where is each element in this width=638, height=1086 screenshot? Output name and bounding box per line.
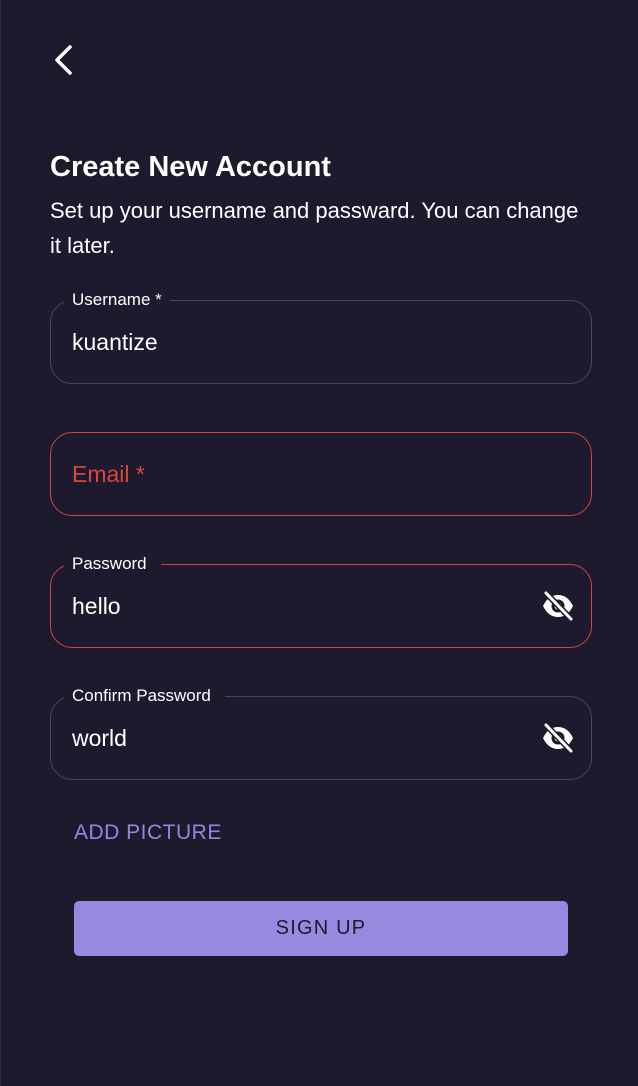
confirm-password-input[interactable]: world bbox=[72, 697, 127, 779]
chevron-left-icon bbox=[55, 45, 72, 75]
password-field[interactable]: Password hello bbox=[50, 553, 592, 648]
eye-off-icon bbox=[543, 591, 574, 621]
eye-off-icon bbox=[543, 723, 574, 753]
back-button[interactable] bbox=[43, 38, 83, 82]
toggle-password-visibility-button[interactable] bbox=[539, 587, 577, 625]
username-field[interactable]: Username * kuantize bbox=[50, 289, 592, 384]
sign-up-button[interactable]: SIGN UP bbox=[74, 901, 568, 956]
page-title: Create New Account bbox=[50, 151, 331, 183]
add-picture-button[interactable]: ADD PICTURE bbox=[74, 818, 222, 848]
confirm-password-field[interactable]: Confirm Password world bbox=[50, 685, 592, 780]
password-input[interactable]: hello bbox=[72, 565, 121, 647]
email-field[interactable]: Email * bbox=[50, 432, 592, 516]
email-input[interactable]: Email * bbox=[72, 433, 145, 515]
create-account-screen: Create New Account Set up your username … bbox=[0, 0, 638, 1086]
label-underline bbox=[173, 564, 239, 565]
username-input[interactable]: kuantize bbox=[72, 301, 158, 383]
toggle-confirm-password-visibility-button[interactable] bbox=[539, 719, 577, 757]
page-subtitle: Set up your username and passward. You c… bbox=[50, 198, 579, 258]
